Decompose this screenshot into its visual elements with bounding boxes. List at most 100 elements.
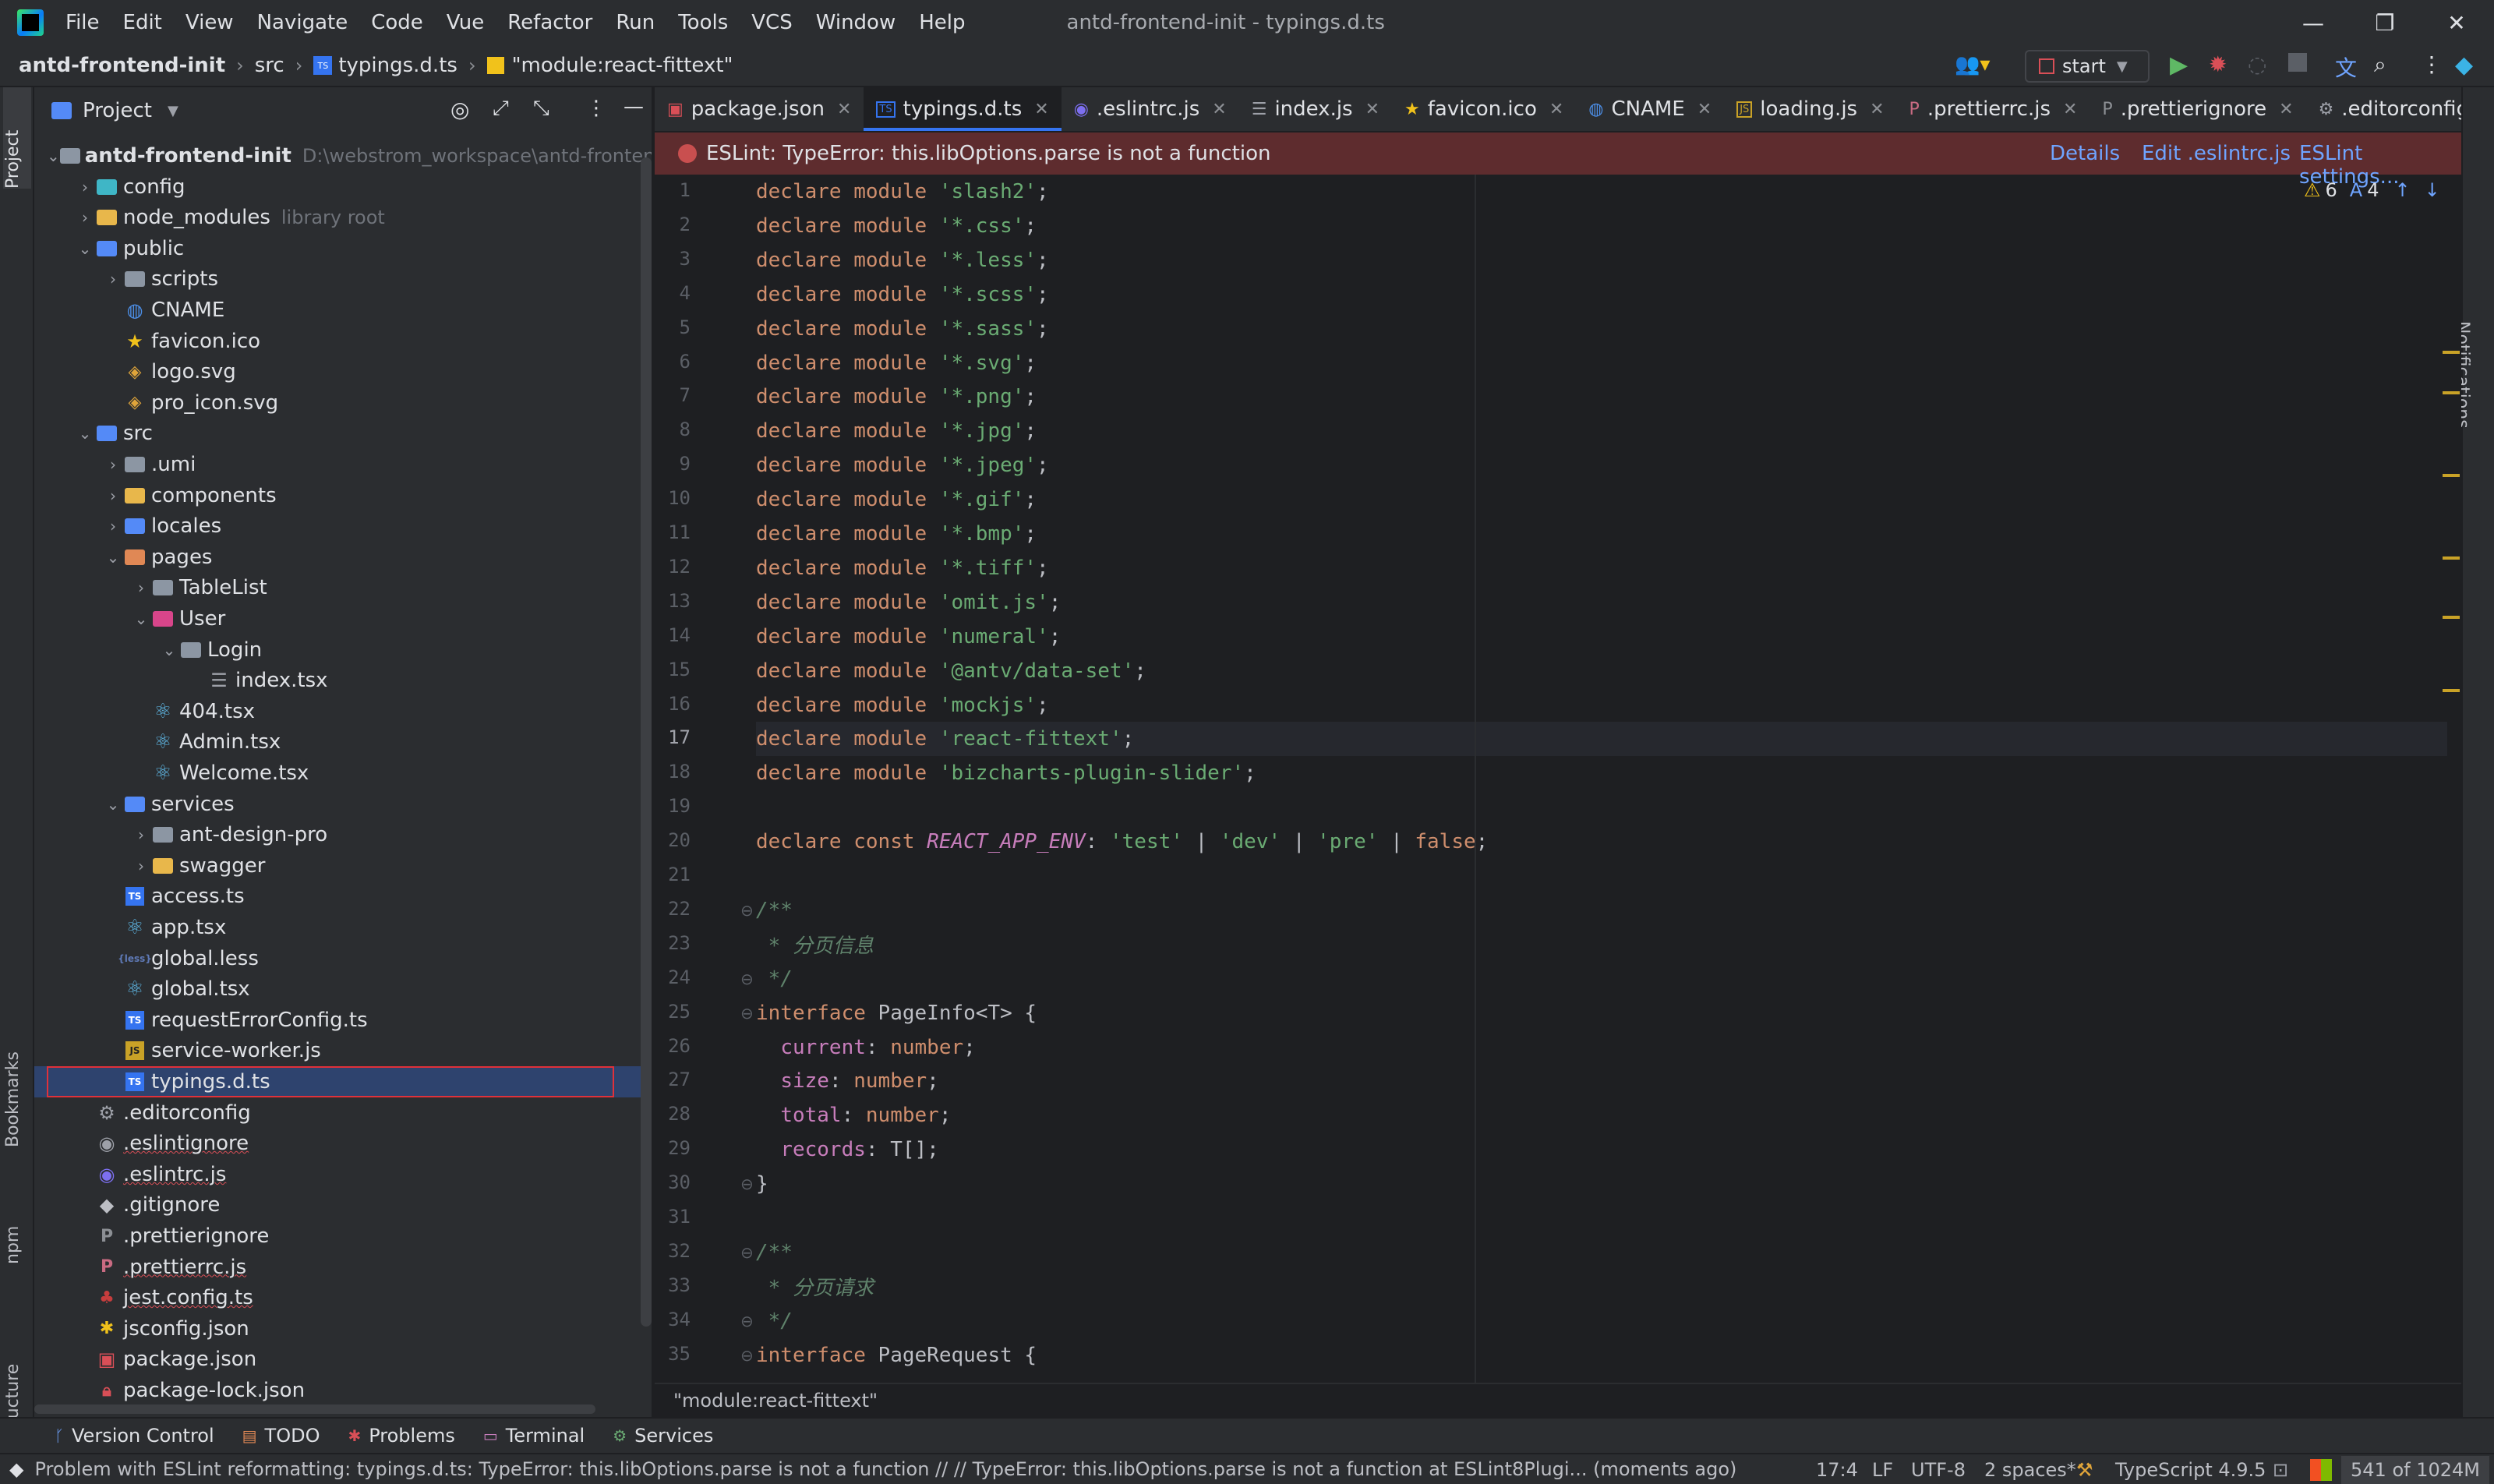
indent-setting[interactable]: 2 spaces*: [1984, 1459, 2076, 1481]
chevron-down-icon[interactable]: ⌄: [75, 424, 95, 443]
close-tab-icon[interactable]: ✕: [837, 100, 851, 119]
debug-button[interactable]: ✹: [2209, 51, 2227, 77]
tree-item[interactable]: ⚛ global.tsx: [34, 973, 652, 1005]
bottom-tool-tab[interactable]: ▭ Terminal: [483, 1425, 585, 1447]
npm-tool-tab[interactable]: npm: [3, 1226, 23, 1264]
warning-stripe-mark[interactable]: [2443, 556, 2460, 560]
warning-stripe-mark[interactable]: [2443, 689, 2460, 692]
event-log-icon[interactable]: ◆: [9, 1458, 23, 1480]
menu-refactor[interactable]: Refactor: [507, 11, 592, 34]
close-tab-icon[interactable]: ✕: [2063, 100, 2077, 119]
locate-file-icon[interactable]: ◎: [450, 97, 469, 122]
options-icon[interactable]: ⋮: [586, 97, 606, 120]
tree-item[interactable]: 🔒︎ package-lock.json: [34, 1375, 652, 1406]
tree-item[interactable]: › scripts: [34, 263, 652, 295]
tree-item[interactable]: ⌄ Login: [34, 634, 652, 666]
fold-marker-icon[interactable]: ⊖: [740, 1346, 754, 1365]
editor-tab[interactable]: P .prettierrc.js ✕: [1897, 87, 2090, 131]
close-window-button[interactable]: ✕: [2421, 0, 2492, 45]
chevron-right-icon[interactable]: ›: [131, 825, 151, 844]
close-tab-icon[interactable]: ✕: [1549, 100, 1563, 119]
hide-panel-icon[interactable]: —: [624, 95, 644, 118]
tree-item[interactable]: JS service-worker.js: [34, 1035, 652, 1066]
menu-vcs[interactable]: VCS: [751, 11, 792, 34]
run-button[interactable]: ▶: [2170, 51, 2188, 79]
editor-tab[interactable]: JS loading.js ✕: [1724, 87, 1896, 131]
fold-marker-icon[interactable]: ⊖: [740, 1312, 754, 1330]
tree-item[interactable]: ☰ index.tsx: [34, 665, 652, 696]
typescript-version[interactable]: TypeScript 4.9.5: [2115, 1459, 2266, 1481]
tree-item[interactable]: › components: [34, 480, 652, 511]
tree-item[interactable]: ⚛ Welcome.tsx: [34, 758, 652, 789]
tree-item[interactable]: ◈ logo.svg: [34, 356, 652, 387]
tree-item[interactable]: {less} global.less: [34, 943, 652, 974]
menu-window[interactable]: Window: [816, 11, 896, 34]
tree-item[interactable]: ⌄ pages: [34, 542, 652, 573]
bookmarks-tool-tab[interactable]: Bookmarks: [3, 1051, 23, 1147]
tree-item[interactable]: ✱ jsconfig.json: [34, 1313, 652, 1344]
profile-button[interactable]: ◌: [2248, 51, 2266, 77]
editor-tab[interactable]: ★ favicon.ico ✕: [1392, 87, 1576, 131]
tree-item[interactable]: › .umi: [34, 449, 652, 480]
warning-stripe-mark[interactable]: [2443, 616, 2460, 619]
chevron-right-icon[interactable]: ›: [131, 578, 151, 597]
chevron-right-icon[interactable]: ›: [131, 857, 151, 875]
tree-item[interactable]: TS access.ts: [34, 881, 652, 912]
tree-item[interactable]: › swagger: [34, 850, 652, 882]
close-tab-icon[interactable]: ✕: [1365, 100, 1379, 119]
expand-all-icon[interactable]: ⤢: [493, 97, 509, 121]
menu-file[interactable]: File: [65, 11, 100, 34]
chevron-down-icon[interactable]: ⌄: [75, 239, 95, 258]
edit-eslintrc-link[interactable]: Edit .eslintrc.js: [2142, 142, 2291, 165]
fold-marker-icon[interactable]: ⊖: [740, 901, 754, 920]
warning-stripe-mark[interactable]: [2443, 391, 2460, 394]
tree-item[interactable]: TS typings.d.ts: [34, 1066, 652, 1097]
chevron-right-icon[interactable]: ›: [75, 208, 95, 227]
tree-item[interactable]: ⌄ src: [34, 418, 652, 449]
tree-item[interactable]: ⌄ services: [34, 789, 652, 820]
tree-item[interactable]: ◆ .gitignore: [34, 1189, 652, 1221]
close-tab-icon[interactable]: ✕: [2279, 100, 2293, 119]
search-icon[interactable]: ⌕: [2374, 51, 2386, 78]
fold-marker-icon[interactable]: ⊖: [740, 1004, 754, 1023]
tree-vertical-scrollbar[interactable]: [641, 157, 652, 1327]
tree-item[interactable]: P .prettierrc.js: [34, 1252, 652, 1283]
menu-edit[interactable]: Edit: [123, 11, 162, 34]
chevron-down-icon[interactable]: ⌄: [103, 548, 123, 567]
line-separator[interactable]: LF: [1872, 1459, 1893, 1481]
project-tool-tab[interactable]: Project: [3, 130, 23, 189]
editor-tab[interactable]: ☰ index.js ✕: [1239, 87, 1392, 131]
chevron-down-icon[interactable]: ⌄: [159, 641, 179, 659]
tree-item[interactable]: › locales: [34, 511, 652, 542]
chevron-right-icon[interactable]: ›: [75, 178, 95, 196]
close-tab-icon[interactable]: ✕: [1870, 100, 1884, 119]
fold-marker-icon[interactable]: ⊖: [740, 1243, 754, 1262]
chevron-down-icon[interactable]: ▼: [168, 103, 178, 119]
tree-item[interactable]: ♣ jest.config.ts: [34, 1282, 652, 1313]
ide-update-icon[interactable]: ◆: [2455, 51, 2473, 79]
minimize-button[interactable]: —: [2277, 0, 2349, 45]
breadcrumb-folder[interactable]: src: [255, 54, 284, 77]
editor-tab[interactable]: ◍ CNAME ✕: [1576, 87, 1724, 131]
close-tab-icon[interactable]: ✕: [1034, 100, 1048, 119]
chevron-down-icon[interactable]: ⌄: [103, 795, 123, 814]
tree-item[interactable]: ⚛ app.tsx: [34, 912, 652, 943]
breadcrumb-file[interactable]: TS typings.d.ts: [313, 54, 457, 77]
tree-item[interactable]: P .prettierignore: [34, 1221, 652, 1252]
bottom-tool-tab[interactable]: ᚴ Version Control: [55, 1425, 214, 1447]
bottom-tool-tab[interactable]: ✱ Problems: [348, 1425, 454, 1447]
menu-help[interactable]: Help: [919, 11, 965, 34]
chevron-right-icon[interactable]: ›: [103, 517, 123, 535]
menu-view[interactable]: View: [185, 11, 234, 34]
chevron-right-icon[interactable]: ›: [103, 270, 123, 288]
editor-tab[interactable]: ▣ package.json ✕: [655, 87, 864, 131]
close-tab-icon[interactable]: ✕: [1697, 100, 1712, 119]
tree-item[interactable]: › config: [34, 171, 652, 203]
fold-marker-icon[interactable]: ⊖: [740, 970, 754, 988]
tree-item[interactable]: ◉ .eslintrc.js: [34, 1159, 652, 1190]
tree-item[interactable]: ⌄ antd-frontend-init D:\webstrom_workspace…: [34, 140, 652, 171]
translate-icon[interactable]: 文: [2335, 51, 2357, 83]
eslint-details-link[interactable]: Details: [2050, 142, 2120, 165]
breadcrumb-symbol[interactable]: "module:react-fittext": [486, 54, 733, 77]
more-vertical-icon[interactable]: ⋮: [2421, 51, 2443, 77]
